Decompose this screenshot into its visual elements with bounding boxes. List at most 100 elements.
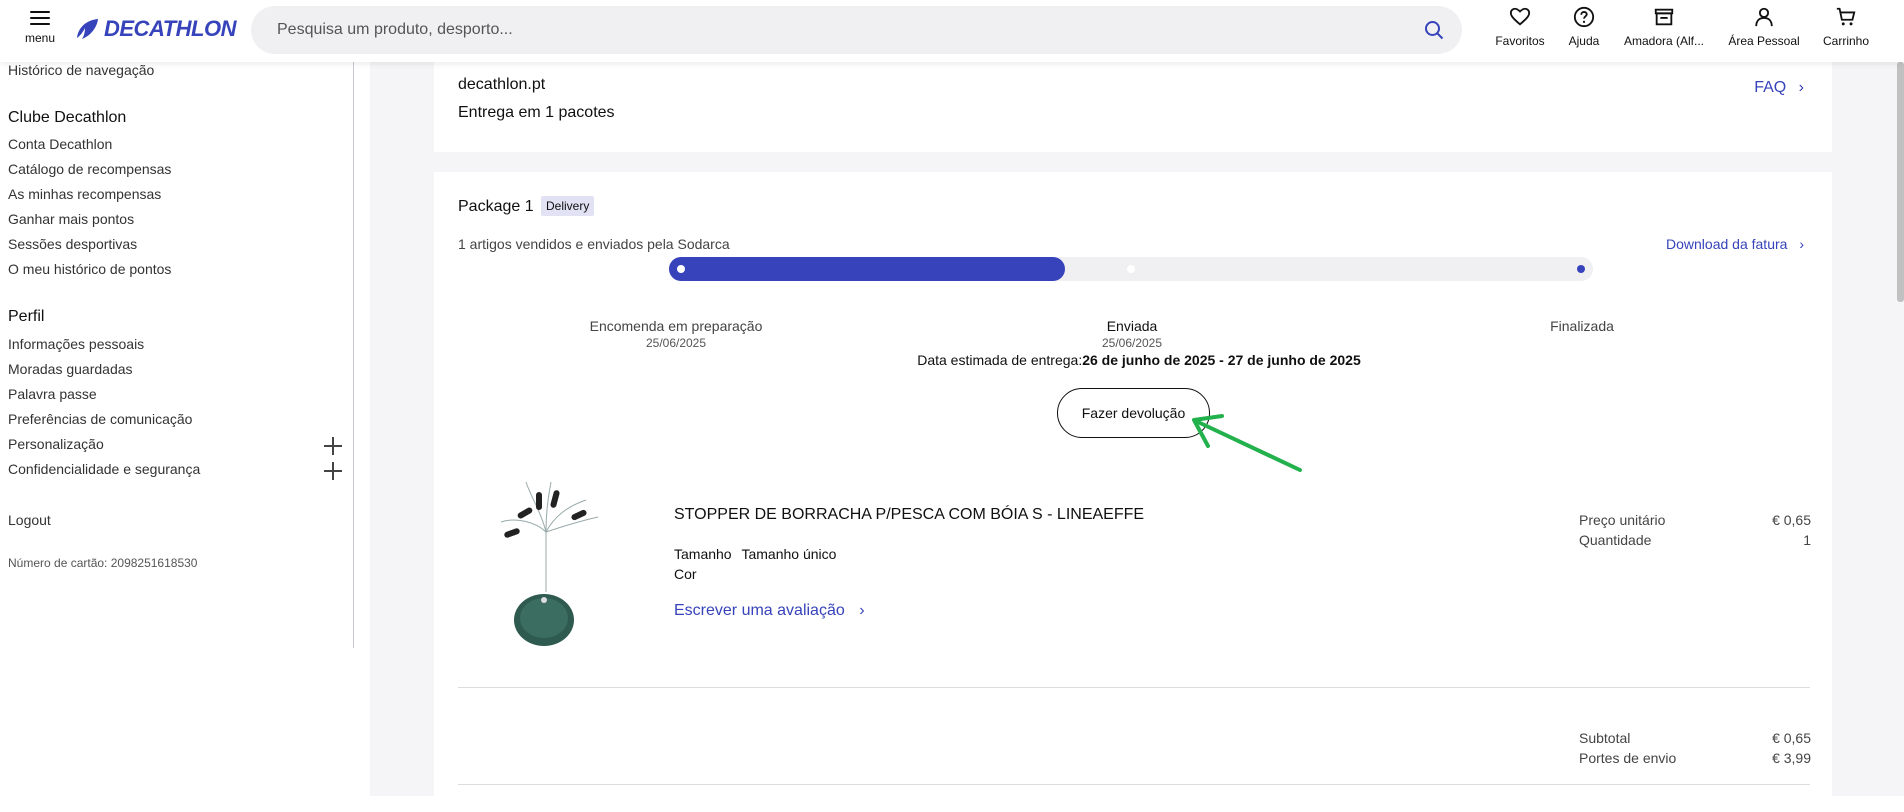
account-sidebar: Histórico de navegação Clube Decathlon C… [0, 62, 354, 796]
progress-fill [669, 257, 1065, 281]
help-label: Ajuda [1568, 34, 1600, 48]
account-link[interactable]: Área Pessoal [1724, 6, 1804, 48]
size-value: Tamanho único [741, 546, 837, 562]
step-preparation: Encomenda em preparação 25/06/2025 [566, 318, 786, 350]
sidebar-item-decathlon-account[interactable]: Conta Decathlon [8, 136, 112, 152]
package-title: Package 1 [458, 198, 534, 215]
step-finalized: Finalizada [1472, 318, 1692, 334]
step-date: 25/06/2025 [1101, 336, 1163, 350]
hamburger-icon [30, 11, 50, 25]
sidebar-item-password[interactable]: Palavra passe [8, 386, 97, 402]
divider [458, 784, 1810, 785]
store-label: Amadora (Alf... [1623, 34, 1705, 48]
favorites-link[interactable]: Favoritos [1490, 6, 1550, 48]
top-header: menu DECATHLON Favoritos Ajuda Amadora (… [0, 0, 1904, 62]
menu-label: menu [24, 31, 56, 45]
product-name[interactable]: STOPPER DE BORRACHA P/PESCA COM BÓIA S -… [674, 506, 1144, 524]
search-bar[interactable] [251, 6, 1462, 54]
expand-personalization-icon[interactable] [324, 437, 342, 455]
step-shipped: Enviada 25/06/2025 [1022, 318, 1242, 350]
expand-privacy-icon[interactable] [324, 462, 342, 480]
sidebar-item-personal-info[interactable]: Informações pessoais [8, 336, 144, 352]
quantity-label: Quantidade [1579, 532, 1652, 548]
favorites-label: Favoritos [1495, 34, 1545, 48]
step-label: Finalizada [1550, 318, 1614, 334]
package-card: Package 1 Delivery 1 artigos vendidos e … [434, 172, 1832, 812]
product-image[interactable] [486, 472, 606, 652]
logo-text: DECATHLON [104, 16, 236, 41]
estimated-delivery: Data estimada de entrega:26 de junho de … [434, 352, 1832, 368]
chevron-right-icon: › [1798, 79, 1804, 96]
step-dot-shipped [1127, 265, 1135, 273]
cart-icon [1836, 7, 1856, 26]
chevron-right-icon: › [859, 602, 865, 619]
store-icon [1654, 8, 1674, 26]
page-scrollbar[interactable] [1897, 62, 1904, 302]
unit-price-row: Preço unitário € 0,65 [1579, 512, 1811, 528]
logout-link[interactable]: Logout [8, 512, 51, 528]
cart-link[interactable]: Carrinho [1818, 6, 1874, 48]
invoice-label: Download da fatura [1666, 236, 1788, 252]
shipping-label: Portes de envio [1579, 750, 1677, 766]
product-size: Tamanho Tamanho único [674, 546, 836, 562]
sidebar-item-saved-addresses[interactable]: Moradas guardadas [8, 361, 133, 377]
step-dot-finalized [1577, 265, 1585, 273]
sidebar-item-privacy-security[interactable]: Confidencialidade e segurança [8, 461, 200, 477]
sidebar-item-personalization[interactable]: Personalização [8, 436, 104, 452]
card-number: Número de cartão: 2098251618530 [8, 556, 198, 570]
user-icon [1755, 7, 1773, 27]
search-input[interactable] [275, 6, 1375, 54]
cart-label: Carrinho [1822, 34, 1870, 48]
unit-price-value: € 0,65 [1772, 512, 1811, 528]
faq-label: FAQ [1754, 79, 1787, 96]
eta-label: Data estimada de entrega: [917, 352, 1083, 368]
chevron-right-icon: › [1799, 236, 1804, 252]
main-content: decathlon.pt Entrega em 1 pacotes FAQ › … [370, 62, 1904, 812]
sidebar-item-communication-preferences[interactable]: Preferências de comunicação [8, 411, 192, 427]
help-icon [1573, 6, 1595, 28]
logo-swoosh-icon [77, 19, 98, 39]
sidebar-item-my-rewards[interactable]: As minhas recompensas [8, 186, 161, 202]
profile-heading: Perfil [8, 308, 45, 325]
faq-link[interactable]: FAQ › [1754, 79, 1804, 97]
annotation-arrow-icon [1192, 414, 1302, 472]
product-color: Cor [674, 566, 697, 582]
decathlon-logo[interactable]: DECATHLON [76, 16, 236, 42]
sidebar-item-sport-sessions[interactable]: Sessões desportivas [8, 236, 137, 252]
subtotal-value: € 0,65 [1772, 730, 1811, 746]
help-link[interactable]: Ajuda [1562, 6, 1606, 48]
sidebar-item-rewards-catalog[interactable]: Catálogo de recompensas [8, 161, 171, 177]
store-link[interactable]: Amadora (Alf... [1620, 6, 1708, 48]
shipping-value: € 3,99 [1772, 750, 1811, 766]
step-label: Encomenda em preparação [589, 318, 763, 334]
sidebar-item-earn-points[interactable]: Ganhar mais pontos [8, 211, 134, 227]
account-label: Área Pessoal [1728, 34, 1800, 48]
delivery-count: Entrega em 1 pacotes [458, 104, 615, 121]
sold-by-text: 1 artigos vendidos e enviados pela Sodar… [458, 236, 730, 252]
subtotal-row: Subtotal € 0,65 [1579, 730, 1811, 746]
color-label: Cor [674, 566, 697, 582]
quantity-value: 1 [1803, 532, 1811, 548]
sidebar-divider [353, 62, 354, 648]
step-date: 25/06/2025 [645, 336, 707, 350]
shipping-row: Portes de envio € 3,99 [1579, 750, 1811, 766]
write-review-link[interactable]: Escrever uma avaliação › [674, 602, 865, 620]
subtotal-label: Subtotal [1579, 730, 1631, 746]
divider [458, 687, 1810, 688]
club-heading: Clube Decathlon [8, 109, 127, 126]
sidebar-item-history[interactable]: Histórico de navegação [8, 62, 154, 78]
size-label: Tamanho [674, 546, 732, 562]
seller-name: decathlon.pt [458, 76, 546, 93]
step-dot-preparation [677, 265, 685, 273]
unit-price-label: Preço unitário [1579, 512, 1666, 528]
download-invoice-link[interactable]: Download da fatura › [1666, 236, 1804, 252]
sidebar-item-points-history[interactable]: O meu histórico de pontos [8, 261, 171, 277]
delivery-progress-bar [669, 257, 1593, 281]
quantity-row: Quantidade 1 [1579, 532, 1811, 548]
eta-value: 26 de junho de 2025 - 27 de junho de 202… [1082, 352, 1361, 368]
delivery-badge: Delivery [541, 196, 595, 216]
step-label: Enviada [1106, 318, 1158, 334]
menu-button[interactable]: menu [20, 7, 60, 45]
search-icon[interactable] [1424, 20, 1444, 40]
review-label: Escrever uma avaliação [674, 602, 845, 619]
